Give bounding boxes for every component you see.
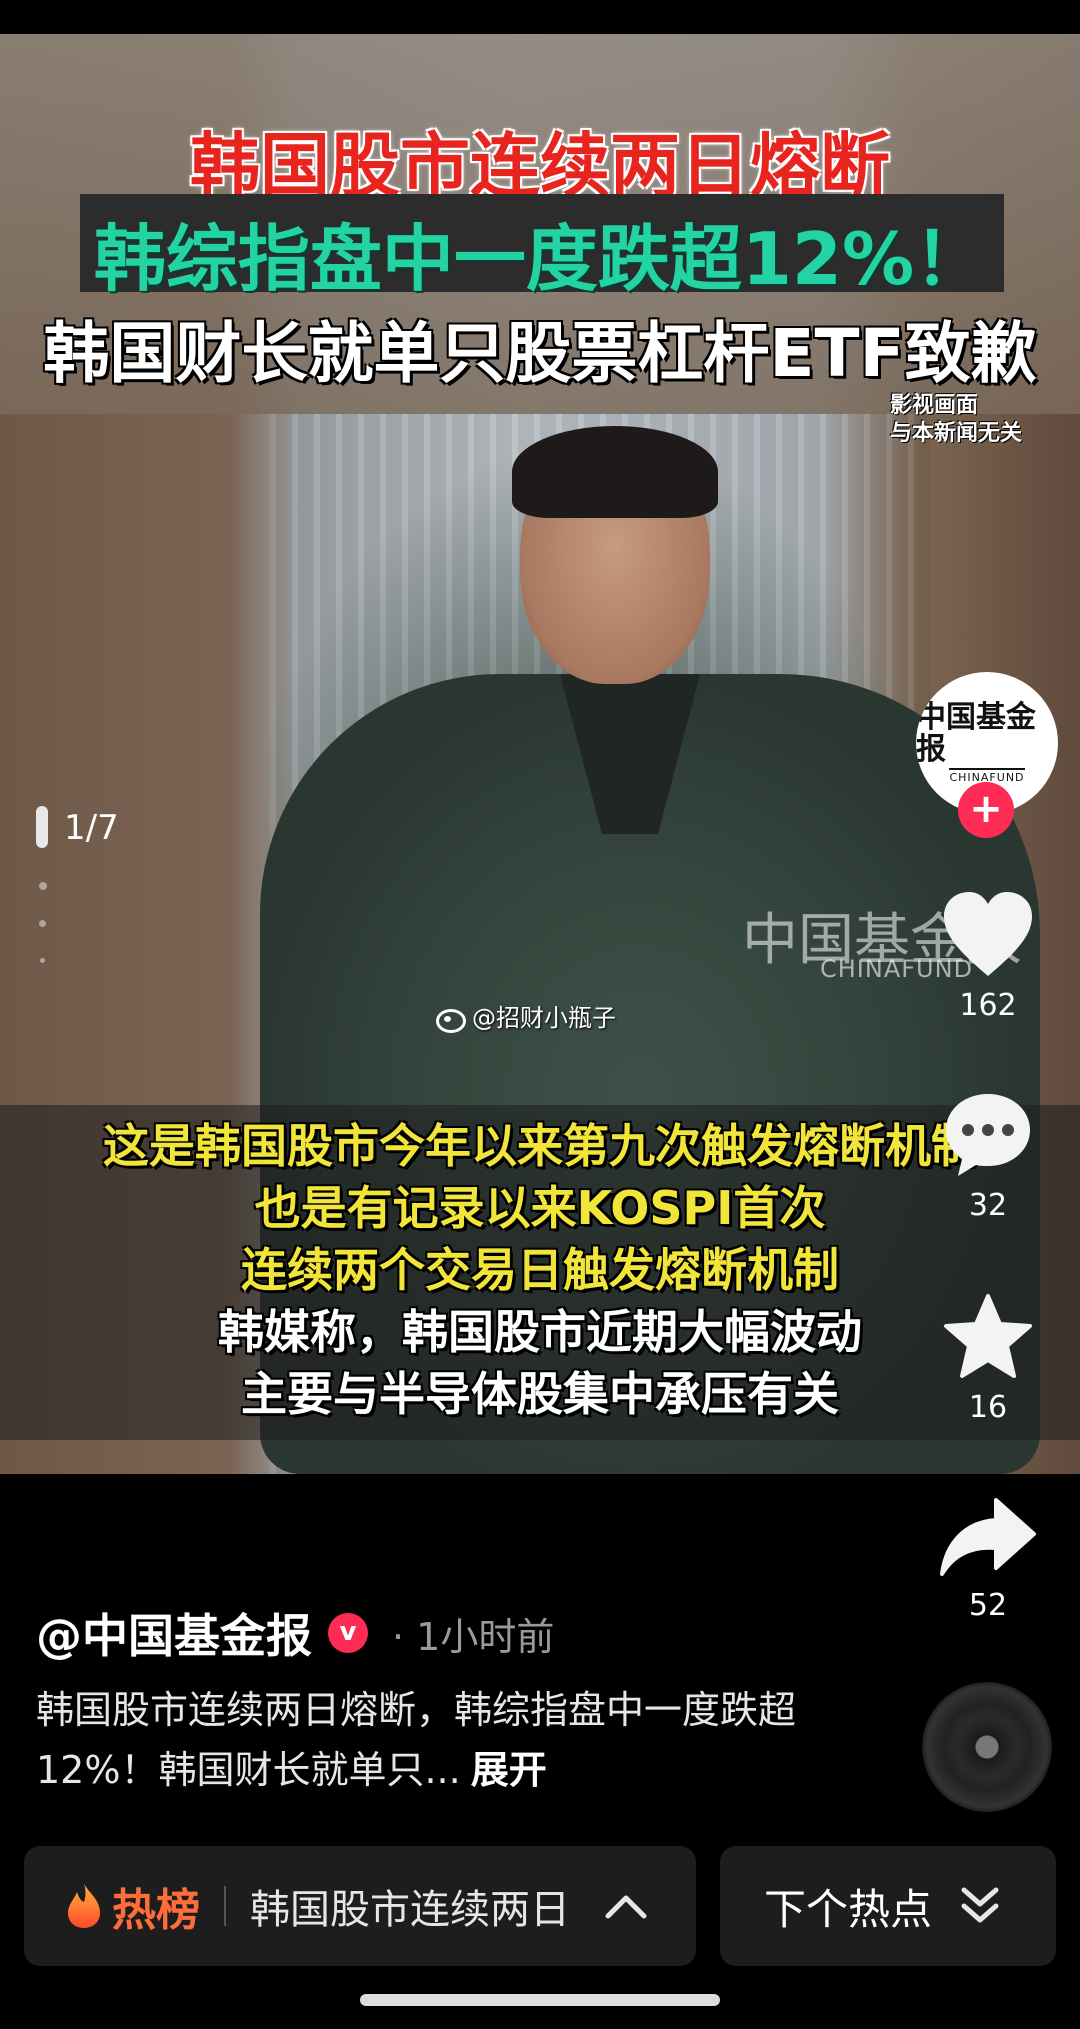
divider xyxy=(224,1886,226,1926)
comment-button[interactable]: 32 xyxy=(936,1090,1040,1223)
subtitle-line-3: 连续两个交易日触发熔断机制 xyxy=(241,1243,839,1297)
caption-text: 韩国股市连续两日熔断，韩综指盘中一度跌超12%！韩国财长就单只... xyxy=(36,1688,797,1792)
next-hot-topic-label: 下个热点 xyxy=(764,1884,933,1934)
author-row: @中国基金报 v · 1小时前 xyxy=(36,1600,554,1666)
video-disclaimer: 影视画面 与本新闻无关 xyxy=(890,392,1060,448)
comment-icon xyxy=(946,1094,1030,1176)
post-time: · 1小时前 xyxy=(392,1614,555,1659)
subtitle-line-2: 也是有记录以来KOSPI首次 xyxy=(254,1181,826,1235)
chevron-up-icon[interactable] xyxy=(604,1892,648,1920)
disclaimer-line-1: 影视画面 xyxy=(890,393,979,418)
double-chevron-down-icon xyxy=(961,1887,999,1923)
video-headline-3: 韩国财长就单只股票杠杆ETF致歉 xyxy=(43,315,1037,392)
pager-dot xyxy=(40,958,45,963)
pager-active-indicator xyxy=(36,806,48,848)
expand-link[interactable]: 展开 xyxy=(471,1748,547,1792)
follow-button[interactable]: + xyxy=(958,782,1014,838)
avatar-logo-cn: 中国基金报 xyxy=(916,700,1036,767)
post-caption[interactable]: 韩国股市连续两日熔断，韩综指盘中一度跌超12%！韩国财长就单只... 展开 xyxy=(36,1680,836,1800)
favorite-button[interactable]: 16 xyxy=(936,1292,1040,1425)
hot-list-label: 热榜 xyxy=(112,1885,200,1936)
hot-list-topic: 韩国股市连续两日 xyxy=(250,1887,570,1933)
weibo-handle: @招财小瓶子 xyxy=(472,1004,616,1032)
pager-dot xyxy=(39,882,47,890)
verified-badge-icon: v xyxy=(328,1613,368,1653)
share-count: 52 xyxy=(968,1588,1008,1623)
weibo-icon xyxy=(434,1003,466,1033)
like-count: 162 xyxy=(959,988,1017,1023)
next-hot-topic-button[interactable]: 下个热点 xyxy=(720,1846,1056,1966)
subtitle-line-1: 这是韩国股市今年以来第九次触发熔断机制 xyxy=(103,1119,977,1173)
like-button[interactable]: 162 xyxy=(936,890,1040,1023)
subtitle-line-4: 韩媒称，韩国股市近期大幅波动 xyxy=(218,1305,862,1359)
heart-icon xyxy=(944,892,1032,976)
subtitle-line-5: 主要与半导体股集中承压有关 xyxy=(241,1367,839,1421)
music-disc-icon[interactable] xyxy=(922,1682,1052,1812)
star-icon xyxy=(944,1294,1032,1378)
home-indicator[interactable] xyxy=(360,1994,720,2006)
image-pager[interactable]: 1/7 xyxy=(36,806,119,963)
scene-person-hair xyxy=(512,426,718,518)
author-name[interactable]: @中国基金报 xyxy=(36,1600,312,1666)
comment-count: 32 xyxy=(968,1188,1008,1223)
hot-list-bar[interactable]: 热榜 韩国股市连续两日 xyxy=(24,1846,696,1966)
disclaimer-line-2: 与本新闻无关 xyxy=(890,421,1023,446)
flame-icon xyxy=(68,1884,100,1928)
pager-label: 1/7 xyxy=(64,808,119,848)
share-arrow-icon xyxy=(940,1498,1036,1576)
video-headline-2: 韩综指盘中一度跌超12%！ xyxy=(93,217,987,301)
pager-dot xyxy=(39,920,46,927)
share-button[interactable]: 52 xyxy=(936,1494,1040,1623)
weibo-source-tag: @招财小瓶子 xyxy=(434,998,616,1033)
favorite-count: 16 xyxy=(968,1390,1008,1425)
